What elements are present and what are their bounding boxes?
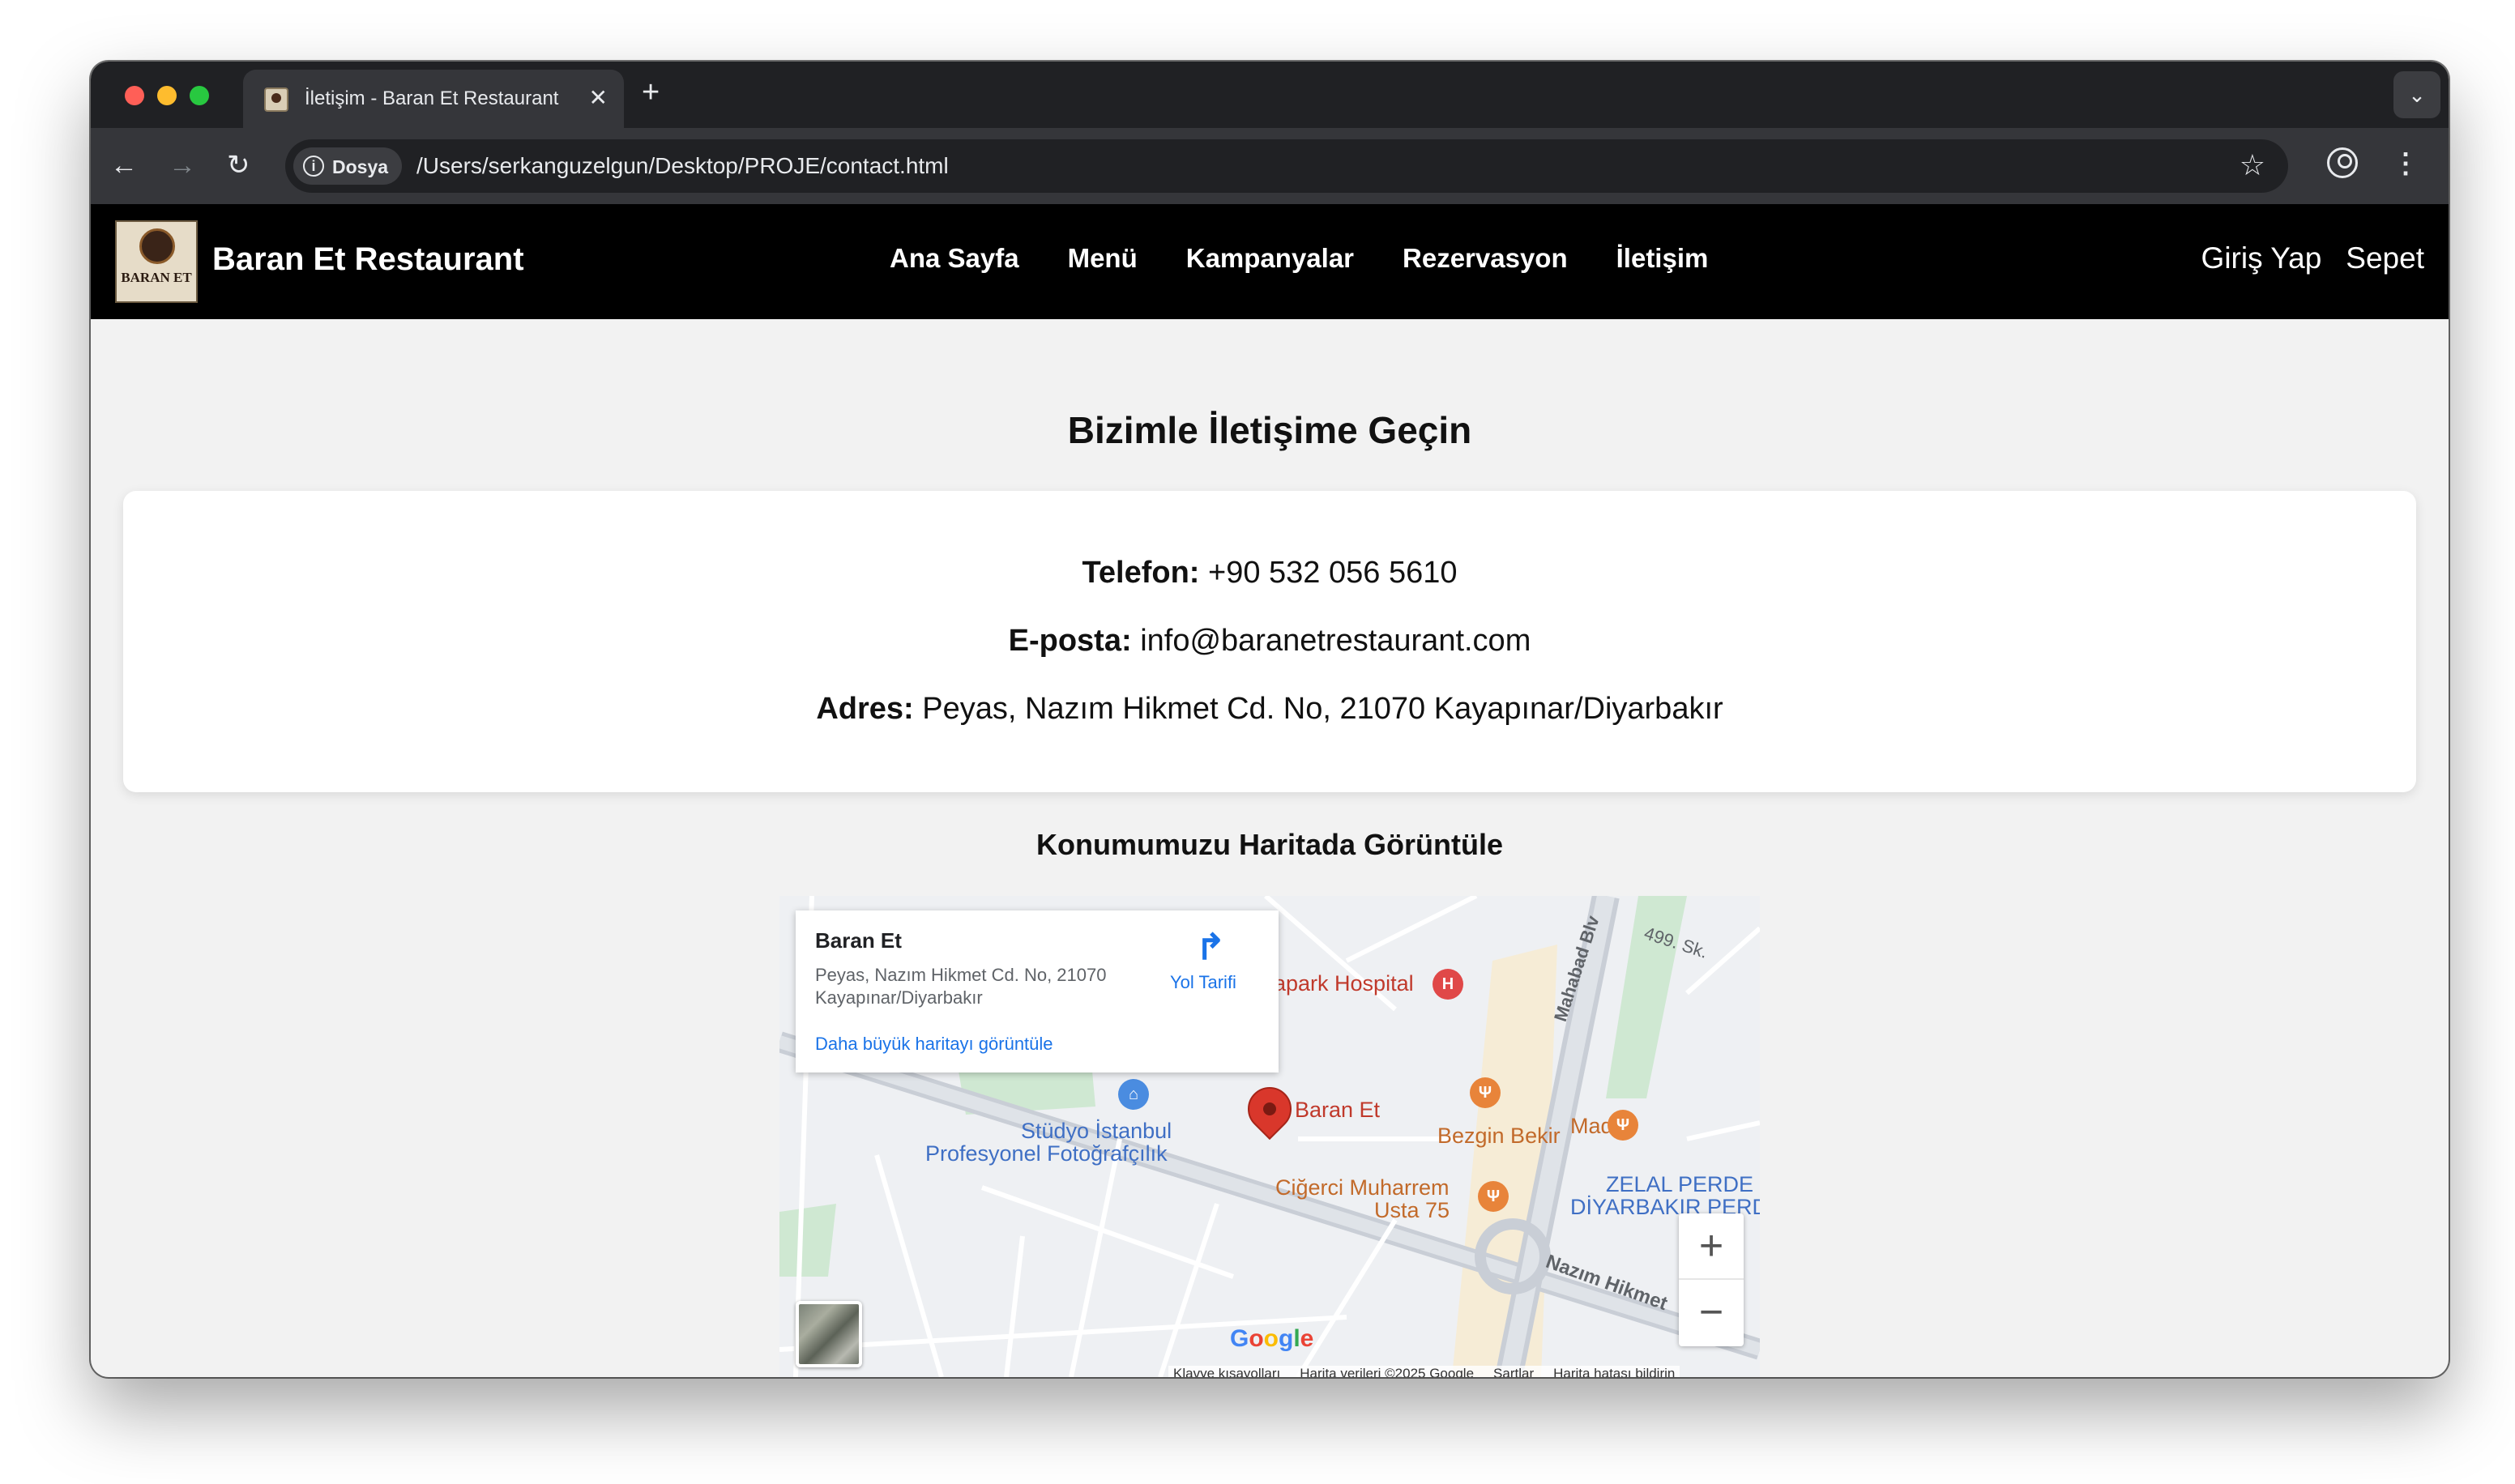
- back-arrow-icon[interactable]: ←: [110, 147, 138, 183]
- cart-link[interactable]: Sepet: [2346, 241, 2424, 275]
- zoom-control: + −: [1679, 1213, 1744, 1346]
- phone-label: Telefon:: [1082, 556, 1200, 590]
- address-bar[interactable]: i Dosya /Users/serkanguzelgun/Desktop/PR…: [285, 139, 2288, 193]
- brand-name[interactable]: Baran Et Restaurant: [212, 241, 524, 278]
- restaurant-icon-mado[interactable]: Ψ: [1608, 1110, 1638, 1141]
- larger-map-link[interactable]: Daha büyük haritayı görüntüle: [815, 1034, 1053, 1055]
- nav-link-contact[interactable]: İletişim: [1616, 243, 1709, 274]
- map-data-credit: Harita verileri ©2025 Google: [1300, 1366, 1475, 1377]
- tab-close-icon[interactable]: ✕: [589, 84, 608, 112]
- close-window-button[interactable]: [125, 86, 144, 105]
- tab-title: İletişim - Baran Et Restaurant: [305, 87, 559, 109]
- address-label: Adres:: [816, 692, 914, 726]
- logo-emblem-icon: [139, 228, 175, 264]
- address-line: Adres: Peyas, Nazım Hikmet Cd. No, 21070…: [123, 692, 2416, 727]
- contact-card: Telefon: +90 532 056 5610 E-posta: info@…: [123, 491, 2416, 792]
- info-address: Peyas, Nazım Hikmet Cd. No, 21070 Kayapı…: [815, 965, 1107, 1008]
- map-label-hospital: apark Hospital: [1274, 971, 1414, 996]
- browser-toolbar: ← → ↻ i Dosya /Users/serkanguzelgun/Desk…: [91, 128, 2449, 204]
- google-logo: Google: [1230, 1325, 1314, 1352]
- tab-strip: İletişim - Baran Et Restaurant ✕ + ⌄: [91, 62, 2449, 128]
- directions-link[interactable]: Yol Tarifi: [1170, 972, 1236, 993]
- map-label-bezgin: Bezgin Bekir: [1437, 1124, 1561, 1148]
- satellite-toggle[interactable]: [796, 1301, 862, 1367]
- map-heading: Konumumuzu Haritada Görüntüle: [1036, 828, 1503, 861]
- restaurant-logo[interactable]: BARAN ET: [115, 220, 198, 303]
- site-chip-label: Dosya: [332, 156, 389, 177]
- nav-link-home[interactable]: Ana Sayfa: [890, 243, 1019, 274]
- favicon-icon: [264, 87, 288, 112]
- minimize-window-button[interactable]: [157, 86, 177, 105]
- embedded-map[interactable]: apark Hospital H Stüdyo İstanbul Profesy…: [779, 896, 1760, 1377]
- profile-icon[interactable]: [2327, 147, 2358, 178]
- info-title: Baran Et: [815, 928, 902, 953]
- phone-value: +90 532 056 5610: [1208, 556, 1458, 590]
- map-info-card: Baran Et Peyas, Nazım Hikmet Cd. No, 210…: [796, 910, 1279, 1072]
- browser-window: İletişim - Baran Et Restaurant ✕ + ⌄ ← →…: [91, 62, 2449, 1377]
- new-tab-button[interactable]: +: [642, 76, 660, 109]
- report-error-link[interactable]: Harita hatası bildirin: [1553, 1366, 1675, 1377]
- map-label-zelal-1: ZELAL PERDE: [1606, 1172, 1754, 1196]
- email-label: E-posta:: [1008, 624, 1132, 658]
- kebab-menu-icon[interactable]: ⋮: [2392, 146, 2419, 181]
- main-nav: Ana Sayfa Menü Kampanyalar Rezervasyon İ…: [890, 243, 1708, 274]
- site-info-chip[interactable]: i Dosya: [293, 147, 402, 185]
- browser-tab[interactable]: İletişim - Baran Et Restaurant ✕: [243, 70, 624, 128]
- reload-icon[interactable]: ↻: [227, 147, 250, 183]
- phone-line: Telefon: +90 532 056 5610: [123, 556, 2416, 591]
- auth-links: Giriş Yap Sepet: [2201, 241, 2424, 275]
- page-title: Bizimle İletişime Geçin: [1067, 409, 1472, 451]
- shop-icon[interactable]: ⌂: [1118, 1079, 1149, 1110]
- directions-icon[interactable]: ↱: [1191, 928, 1230, 967]
- map-footer: Klavye kısayolları Harita verileri ©2025…: [1168, 1366, 1680, 1377]
- map-label-cigerci-2: Usta 75: [1374, 1198, 1450, 1222]
- site-header: BARAN ET Baran Et Restaurant Ana Sayfa M…: [91, 204, 2449, 319]
- logo-text: BARAN ET: [121, 270, 192, 285]
- address-value: Peyas, Nazım Hikmet Cd. No, 21070 Kayapı…: [922, 692, 1723, 726]
- hospital-icon[interactable]: H: [1433, 969, 1463, 1000]
- forward-arrow-icon[interactable]: →: [169, 147, 196, 183]
- nav-link-campaigns[interactable]: Kampanyalar: [1186, 243, 1354, 274]
- map-label-pin: Baran Et: [1295, 1098, 1381, 1122]
- info-icon: i: [303, 156, 324, 177]
- nav-link-reservation[interactable]: Rezervasyon: [1403, 243, 1568, 274]
- terms-link[interactable]: Şartlar: [1493, 1366, 1534, 1377]
- zoom-in-button[interactable]: +: [1679, 1213, 1744, 1280]
- map-label-studio-1: Stüdyo İstanbul: [1021, 1119, 1172, 1143]
- zoom-out-button[interactable]: −: [1679, 1280, 1744, 1346]
- keyboard-shortcuts-link[interactable]: Klavye kısayolları: [1173, 1366, 1280, 1377]
- map-label-cigerci-1: Ciğerci Muharrem: [1275, 1175, 1450, 1200]
- url-text[interactable]: /Users/serkanguzelgun/Desktop/PROJE/cont…: [416, 153, 949, 179]
- nav-link-menu[interactable]: Menü: [1068, 243, 1138, 274]
- star-icon[interactable]: ☆: [2240, 149, 2265, 181]
- login-link[interactable]: Giriş Yap: [2201, 241, 2322, 275]
- tab-search-button[interactable]: ⌄: [2393, 71, 2440, 118]
- restaurant-icon-bezgin[interactable]: Ψ: [1470, 1077, 1501, 1108]
- email-line: E-posta: info@baranetrestaurant.com: [123, 624, 2416, 659]
- restaurant-icon-cigerci[interactable]: Ψ: [1478, 1181, 1509, 1212]
- email-value: info@baranetrestaurant.com: [1140, 624, 1531, 658]
- maximize-window-button[interactable]: [190, 86, 209, 105]
- map-label-studio-2: Profesyonel Fotoğrafçılık: [925, 1141, 1168, 1166]
